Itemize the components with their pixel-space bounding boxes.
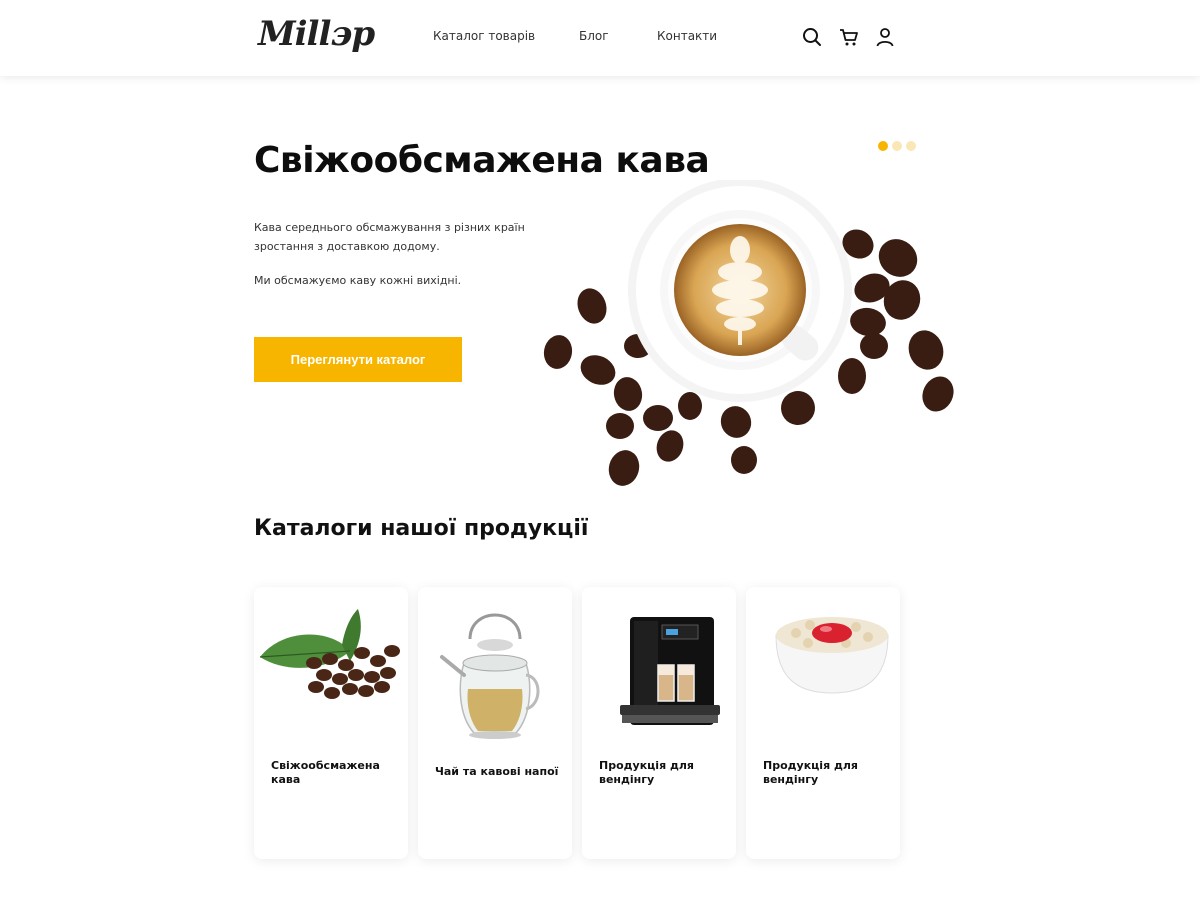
slider-dots (878, 141, 916, 151)
nav-link-blog[interactable]: Блог (579, 29, 609, 43)
coffee-cup-image (543, 180, 954, 486)
teapot-image (440, 613, 540, 739)
logo[interactable]: Millэр (258, 10, 380, 60)
nav-link-contacts[interactable]: Контакти (657, 29, 717, 43)
catalog-card-vending-machine[interactable]: Продукція для вендінгу (582, 587, 736, 859)
coffee-beans-image (259, 609, 400, 699)
hero-description: Кава середнього обсмажування з різних кр… (254, 221, 525, 253)
slider-dot-3[interactable] (906, 141, 916, 151)
logo-text: Millэр (258, 14, 375, 54)
view-catalog-button[interactable]: Переглянути каталог (254, 337, 462, 382)
card-title: Продукція для вендінгу (599, 759, 694, 786)
hero-title: Свіжообсмажена кава (254, 140, 710, 181)
hero-description-secondary: Ми обсмажуємо каву кожні вихідні. (254, 274, 462, 287)
oatmeal-bowl-image (775, 617, 889, 694)
user-icon[interactable] (874, 26, 896, 48)
card-title: Чай та кавові напої (435, 765, 559, 778)
search-icon[interactable] (801, 26, 823, 48)
catalog-card-tea[interactable]: Чай та кавові напої (418, 587, 572, 859)
cart-icon[interactable] (838, 26, 860, 48)
nav-link-catalog[interactable]: Каталог товарів (433, 29, 535, 43)
catalog-card-coffee[interactable]: Свіжообсмажена кава (254, 587, 408, 859)
slider-dot-1[interactable] (878, 141, 888, 151)
card-title: Свіжообсмажена кава (271, 759, 380, 786)
catalog-section-title: Каталоги нашої продукції (254, 516, 589, 541)
slider-dot-2[interactable] (892, 141, 902, 151)
site-header: Millэр Каталог товарів Блог Контакти (0, 0, 1200, 76)
coffee-machine-image (620, 617, 720, 725)
card-title: Продукція для вендінгу (763, 759, 858, 786)
catalog-card-vending-products[interactable]: Продукція для вендінгу (746, 587, 900, 859)
